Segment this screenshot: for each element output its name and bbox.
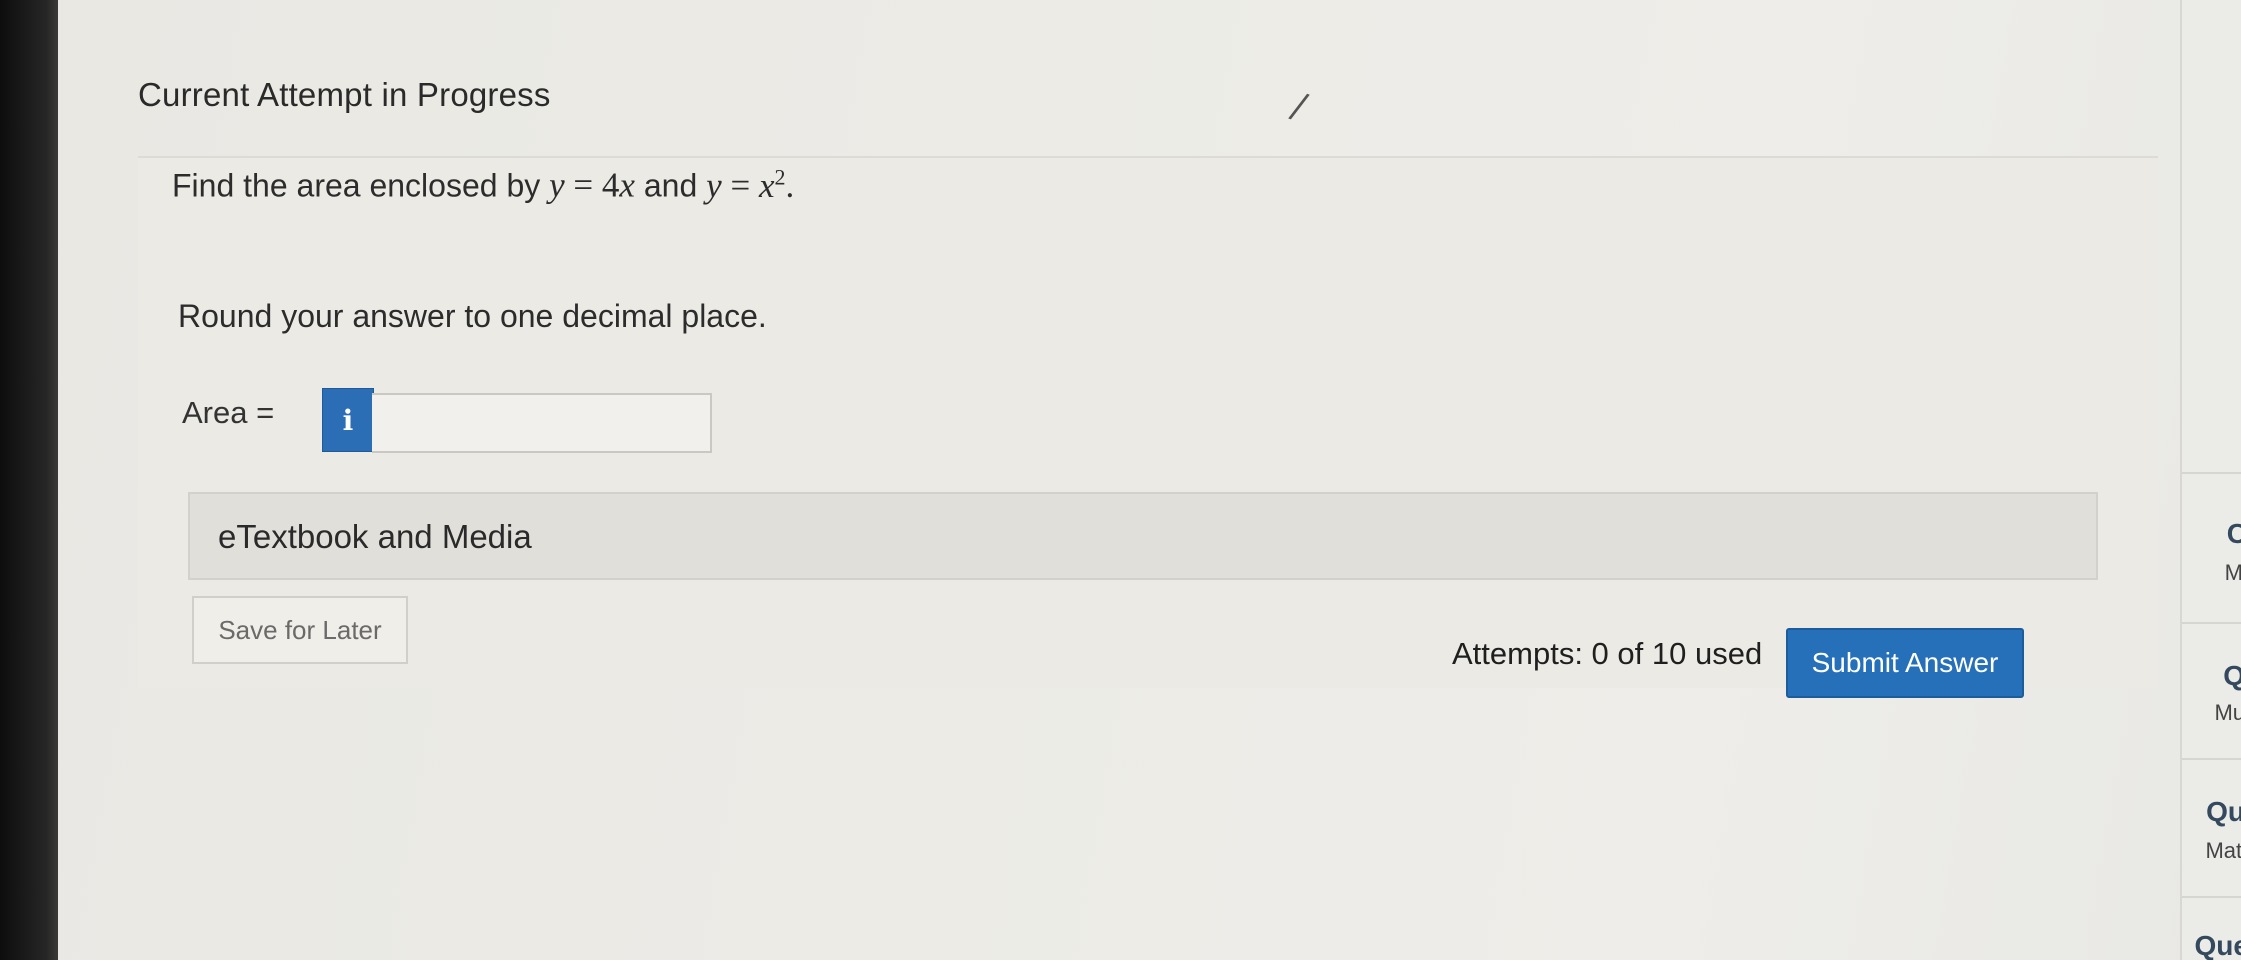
side-item-subtitle: Mu <box>2214 700 2241 725</box>
question-prompt-prefix: Find the area enclosed by <box>172 167 550 204</box>
page-title: Current Attempt in Progress <box>138 76 551 113</box>
area-answer-input[interactable] <box>372 393 712 453</box>
side-panel-divider <box>2182 896 2241 898</box>
question-connector: and <box>634 167 707 204</box>
side-item-title[interactable]: C <box>2227 518 2241 550</box>
attempts-counter: Attempts: 0 of 10 used <box>1452 636 1763 671</box>
question-prompt: Find the area enclosed by y = 4x and y =… <box>172 164 794 206</box>
screen: Current Attempt in Progress / Find the a… <box>58 0 2241 960</box>
equation-1: y = 4x <box>549 165 635 205</box>
monitor-bezel <box>0 0 58 960</box>
side-item-title[interactable]: Que <box>2195 930 2241 960</box>
info-button[interactable]: i <box>322 388 374 452</box>
side-panel-divider <box>2182 472 2241 474</box>
save-for-later-button[interactable]: Save for Later <box>192 596 408 664</box>
side-panel-divider <box>2182 622 2241 624</box>
etextbook-media-label: eTextbook and Media <box>218 518 532 555</box>
submit-answer-button[interactable]: Submit Answer <box>1786 628 2024 698</box>
side-panel-divider <box>2182 758 2241 760</box>
side-item-subtitle: M <box>2225 560 2241 586</box>
area-label: Area = <box>182 395 275 430</box>
side-item-title[interactable]: Q <box>2223 660 2241 692</box>
assignment-side-panel: C M Q Mu Qu Matl Que <box>2180 0 2241 960</box>
equation-2: y = x2. <box>706 164 795 205</box>
etextbook-media-toggle[interactable]: eTextbook and Media <box>188 492 2098 580</box>
side-item-subtitle: Matl <box>2205 838 2241 863</box>
header-divider <box>138 156 2158 158</box>
side-item-title[interactable]: Qu <box>2206 796 2241 828</box>
info-icon: i <box>342 403 354 437</box>
cursor-mark: / <box>1286 85 1312 128</box>
rounding-instruction: Round your answer to one decimal place. <box>178 298 767 334</box>
